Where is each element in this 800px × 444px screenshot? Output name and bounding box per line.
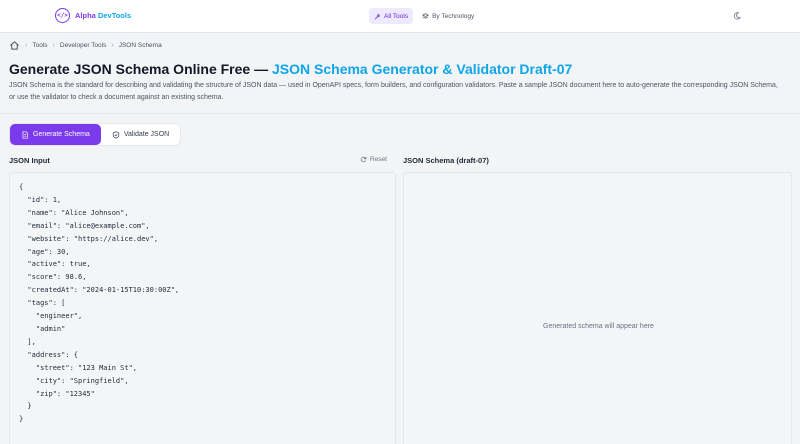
refresh-icon [360,156,367,163]
wrench-icon [374,13,381,20]
json-input-editor[interactable]: { "id": 1, "name": "Alice Johnson", "ema… [9,172,396,444]
shield-check-icon [112,130,119,139]
mode-tabs: Generate Schema Validate JSON [9,123,182,146]
nav-all-tools[interactable]: All Tools [369,8,414,24]
json-schema-label: JSON Schema (draft-07) [403,156,489,165]
schema-placeholder: Generated schema will appear here [543,323,654,330]
code-icon: </> [55,8,70,23]
reset-button[interactable]: Reset [360,156,387,163]
page-title: Generate JSON Schema Online Free — JSON … [9,61,572,77]
breadcrumb-developer-tools[interactable]: Developer Tools [60,42,107,49]
tab-generate-schema[interactable]: Generate Schema [10,124,101,145]
page-title-main: Generate JSON Schema Online Free — [9,61,272,77]
chevron-right-icon: › [111,42,114,49]
document-icon [22,130,28,139]
logo[interactable]: </> Alpha DevTools [55,8,131,23]
json-input-content[interactable]: { "id": 1, "name": "Alice Johnson", "ema… [19,181,179,426]
tab-generate-schema-label: Generate Schema [33,131,90,138]
chevron-right-icon: › [25,42,28,49]
nav-by-technology[interactable]: By Technology [417,8,479,24]
logo-text: Alpha DevTools [75,11,131,20]
nav-all-tools-label: All Tools [384,12,409,20]
tab-validate-json-label: Validate JSON [123,131,170,138]
breadcrumb-json-schema: JSON Schema [118,42,162,49]
json-schema-output[interactable]: Generated schema will appear here [403,172,792,444]
breadcrumb-tools[interactable]: Tools [32,42,47,49]
moon-icon [733,12,741,20]
page-description: JSON Schema is the standard for describi… [9,82,778,101]
logo-text-alpha: Alpha [75,11,96,20]
layers-icon [422,12,430,19]
nav-by-technology-label: By Technology [432,12,475,20]
json-input-label: JSON Input [9,156,50,165]
home-icon[interactable] [9,40,20,51]
breadcrumb: › Tools › Developer Tools › JSON Schema [9,40,162,51]
top-bar: </> Alpha DevTools All Tools By Technolo… [0,0,800,33]
chevron-right-icon: › [52,42,55,49]
divider [0,113,800,114]
page-title-accent: JSON Schema Generator & Validator Draft-… [272,61,573,77]
main-nav: All Tools By Technology [369,8,479,24]
theme-toggle-button[interactable] [730,9,744,23]
reset-label: Reset [370,156,387,163]
tab-validate-json[interactable]: Validate JSON [101,124,180,145]
logo-text-devtools: DevTools [97,11,132,20]
